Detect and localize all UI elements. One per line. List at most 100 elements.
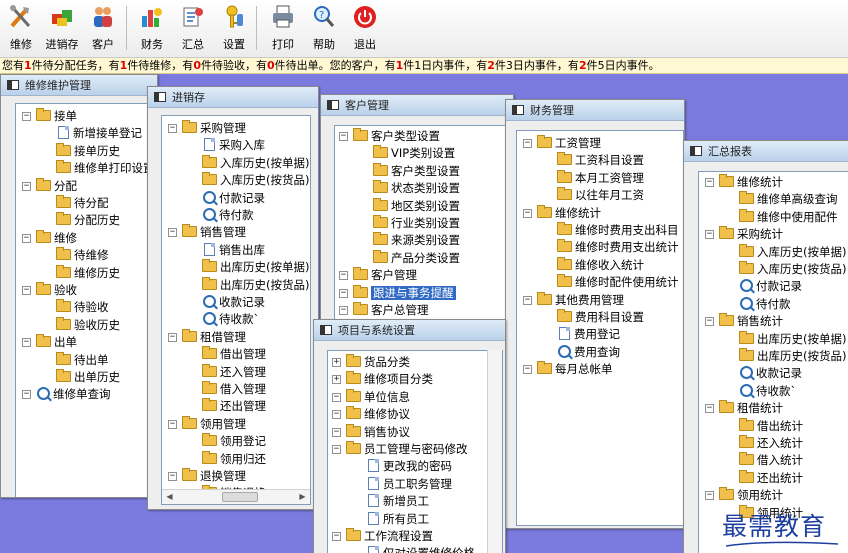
tree-node[interactable]: 分配历史: [56, 212, 120, 228]
tree-node[interactable]: 租借管理: [182, 328, 246, 345]
tree-node[interactable]: 入库历史(按单据): [202, 154, 309, 171]
tree-expander[interactable]: −: [168, 472, 177, 481]
tree-expander[interactable]: −: [168, 228, 177, 238]
inventory-window[interactable]: 进销存 − 采购管理 采购入库 入库历史(按单据) 入库历史(按货品) 付款记录 待付款 − 销…: [147, 86, 319, 510]
tree-node[interactable]: 退换管理: [182, 468, 246, 484]
tree-node[interactable]: 待付款: [202, 207, 254, 223]
tree-expander[interactable]: −: [523, 295, 532, 305]
tree-node[interactable]: 维修时配件使用统计: [557, 274, 679, 290]
tree-node[interactable]: 产品分类设置: [373, 249, 460, 266]
tree-node[interactable]: 维修: [36, 229, 77, 246]
tree-node[interactable]: 费用科目设置: [557, 309, 644, 325]
tree-node[interactable]: 还入管理: [202, 363, 266, 380]
tree-node[interactable]: 客户类型设置: [373, 162, 460, 179]
tree-node[interactable]: 维修单查询: [36, 386, 111, 402]
tree-node[interactable]: 维修中使用配件: [739, 208, 838, 225]
tree-node[interactable]: 工资科目设置: [557, 152, 644, 168]
tree-node[interactable]: 验收历史: [56, 316, 120, 333]
tree-expander[interactable]: −: [22, 181, 31, 191]
tree-node[interactable]: 工作流程设置: [346, 528, 433, 544]
tree-expander[interactable]: −: [705, 404, 714, 414]
tree-node[interactable]: 货品分类: [346, 354, 410, 370]
tree-node[interactable]: 仅对设置维修价格: [366, 545, 475, 553]
inventory-tree[interactable]: − 采购管理 采购入库 入库历史(按单据) 入库历史(按货品) 付款记录 待付款 − 销售管理销…: [161, 115, 311, 505]
tree-expander[interactable]: −: [332, 427, 341, 437]
window-titlebar[interactable]: 客户管理: [321, 95, 513, 116]
toolbar-button-6[interactable]: 打印: [262, 2, 304, 54]
toolbar-button-2[interactable]: 客户: [82, 2, 124, 54]
tree-node[interactable]: 状态类别设置: [373, 180, 460, 196]
tree-node[interactable]: 客户类型设置: [353, 128, 440, 144]
tree-node[interactable]: 接单历史: [56, 142, 120, 159]
tree-expander[interactable]: −: [22, 233, 31, 243]
tree-node[interactable]: 销售管理: [182, 224, 246, 240]
tree-node[interactable]: 跟进与事务提醒: [353, 284, 456, 301]
tree-expander[interactable]: −: [339, 306, 348, 315]
tree-node[interactable]: 新增接单登记: [56, 125, 142, 141]
tree-node[interactable]: 领用管理: [182, 415, 246, 432]
project-tree[interactable]: + 货品分类 + 维修项目分类 − 单位信息 − 维修协议 − 销售协议 − 员工管理与密码修改 更改我…: [327, 350, 503, 553]
window-titlebar[interactable]: 项目与系统设置: [314, 320, 505, 341]
tree-expander[interactable]: −: [339, 132, 348, 141]
tree-expander[interactable]: −: [523, 365, 532, 375]
tree-node[interactable]: 出库历史(按单据): [739, 330, 846, 347]
window-titlebar[interactable]: 汇总报表: [684, 141, 848, 162]
tree-expander[interactable]: −: [339, 288, 348, 298]
tree-expander[interactable]: −: [523, 208, 532, 218]
tree-node[interactable]: 单位信息: [346, 388, 410, 405]
tree-expander[interactable]: −: [22, 112, 31, 121]
tree-node[interactable]: 销售协议: [346, 423, 410, 440]
horizontal-scrollbar[interactable]: ◀ ▶: [162, 489, 310, 504]
tree-node[interactable]: 以往年月工资: [557, 187, 644, 203]
window-titlebar[interactable]: 维修维护管理: [1, 75, 157, 96]
tree-expander[interactable]: −: [705, 230, 714, 240]
tree-node[interactable]: 接单: [36, 108, 77, 124]
tree-node[interactable]: 付款记录: [202, 190, 265, 206]
tree-node[interactable]: 待收款`: [202, 311, 259, 327]
finance-tree[interactable]: − 工资管理 工资科目设置 本月工资管理 以往年月工资 − 维修统计 维修时费用支出科目 维修时…: [516, 130, 684, 526]
project-system-settings-window[interactable]: 项目与系统设置 + 货品分类 + 维修项目分类 − 单位信息 − 维修协议 − 销售协议 − 员工管理…: [313, 319, 506, 553]
tree-node[interactable]: 待出单: [56, 351, 109, 368]
tree-expander[interactable]: −: [168, 419, 177, 429]
tree-node[interactable]: 出单历史: [56, 369, 120, 385]
tree-node[interactable]: 租借统计: [719, 400, 783, 416]
tree-expander[interactable]: −: [339, 271, 348, 281]
tree-node[interactable]: 销售出库: [202, 242, 265, 258]
tree-node[interactable]: 分配: [36, 177, 77, 194]
tree-node[interactable]: 维修统计: [719, 174, 783, 190]
summary-report-window[interactable]: 汇总报表 − 维修统计 维修单高级查询 维修中使用配件 − 采购统计 入库历史(按单据) 入库…: [683, 140, 848, 553]
customer-management-window[interactable]: 客户管理 − 客户类型设置 VIP类别设置 客户类型设置 状态类别设置 地区类别设置 行业类…: [320, 94, 514, 344]
tree-expander[interactable]: −: [705, 491, 714, 501]
toolbar-button-5[interactable]: 设置: [213, 2, 255, 54]
tree-node[interactable]: 领用归还: [202, 450, 266, 467]
tree-node[interactable]: 出单: [36, 334, 77, 350]
repair-tree[interactable]: − 接单 新增接单登记 接单历史 维修单打印设置 − 分配 待分配 分配历史 − 维修 待维修 维修历史…: [15, 103, 157, 497]
tree-node[interactable]: 领用统计: [719, 487, 783, 503]
tree-node[interactable]: 入库历史(按单据): [739, 243, 846, 260]
tree-expander[interactable]: +: [332, 375, 341, 385]
tree-node[interactable]: 收款记录: [739, 365, 802, 381]
tree-node[interactable]: 还入统计: [739, 435, 803, 451]
tree-node[interactable]: 更改我的密码: [366, 458, 452, 474]
toolbar-button-7[interactable]: ? 帮助: [303, 2, 345, 54]
toolbar-button-1[interactable]: 进销存: [41, 2, 83, 54]
tree-node[interactable]: 领用登记: [202, 433, 266, 449]
tree-node[interactable]: 维修统计: [537, 204, 601, 221]
tree-node[interactable]: 维修时费用支出科目: [557, 222, 679, 238]
summary-tree[interactable]: − 维修统计 维修单高级查询 维修中使用配件 − 采购统计 入库历史(按单据) 入库历史(按货…: [698, 171, 848, 553]
tree-node[interactable]: 来源类别设置: [373, 232, 460, 248]
tree-node[interactable]: 借出统计: [739, 417, 803, 434]
tree-node[interactable]: 销售统计: [719, 313, 783, 329]
tree-node[interactable]: 客户管理: [353, 267, 417, 283]
tree-node[interactable]: 员工管理与密码修改: [346, 441, 468, 457]
toolbar-button-8[interactable]: 退出: [344, 2, 386, 54]
tree-expander[interactable]: −: [705, 178, 714, 187]
tree-node[interactable]: 借入管理: [202, 381, 266, 397]
tree-node[interactable]: 入库历史(按货品): [202, 172, 309, 188]
tree-expander[interactable]: −: [332, 532, 341, 541]
tree-node[interactable]: 入库历史(按货品): [739, 261, 846, 277]
tree-node[interactable]: 维修历史: [56, 264, 120, 281]
tree-node[interactable]: 采购统计: [719, 226, 783, 242]
tree-node[interactable]: 待验收: [56, 299, 109, 315]
tree-expander[interactable]: −: [523, 139, 532, 148]
